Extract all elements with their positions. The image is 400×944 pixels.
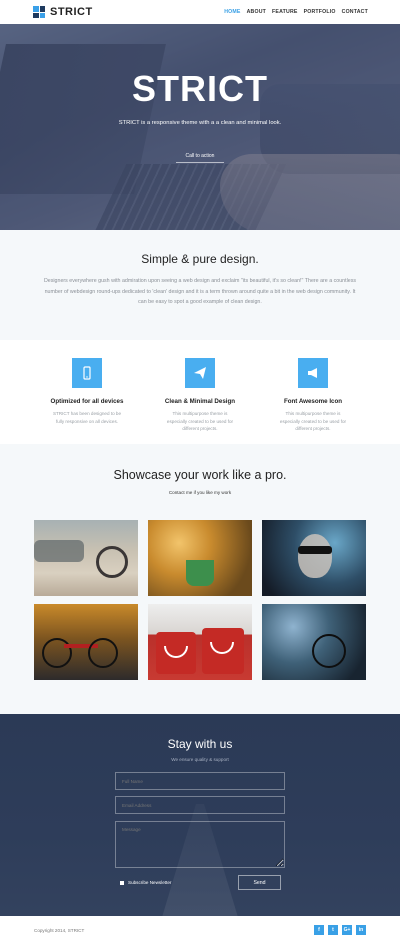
portfolio-image-night-bike[interactable]: [262, 604, 366, 680]
linkedin-icon[interactable]: in: [356, 925, 366, 935]
portfolio-image-street-bike[interactable]: [34, 520, 138, 596]
email-field[interactable]: [115, 796, 285, 814]
menu-item-portfolio[interactable]: PORTFOLIO: [304, 9, 336, 15]
mobile-icon: [72, 358, 102, 388]
logo-icon[interactable]: [33, 6, 45, 18]
call-to-action-button[interactable]: Call to action: [176, 149, 224, 163]
feature-text: This multipurpose theme is especially cr…: [166, 411, 234, 431]
social-links: f t G+ in: [314, 925, 366, 935]
twitter-icon[interactable]: t: [328, 925, 338, 935]
feature-title: Optimized for all devices: [50, 398, 124, 405]
contact-subtitle: We ensure quality & support: [171, 757, 229, 762]
contact-title: Stay with us: [167, 737, 233, 751]
feature-text: This multipurpose theme is especially cr…: [279, 411, 347, 431]
menu-item-contact[interactable]: CONTACT: [342, 9, 368, 15]
hero-overlay: [0, 24, 400, 230]
portfolio-title: Showcase your work like a pro.: [113, 468, 287, 482]
features-section: Optimized for all devices STRICT has bee…: [0, 340, 400, 444]
hero-section: STRICT STRICT is a responsive theme with…: [0, 24, 400, 230]
portfolio-image-green-cup[interactable]: [148, 520, 252, 596]
feature-title: Clean & Minimal Design: [164, 398, 236, 405]
send-button[interactable]: Send: [238, 875, 281, 890]
feature-item-devices: Optimized for all devices STRICT has bee…: [37, 358, 137, 425]
portfolio-gallery: [34, 520, 366, 680]
portfolio-image-woman-glasses[interactable]: [262, 520, 366, 596]
intro-section: Simple & pure design. Designers everywhe…: [0, 230, 400, 340]
footer: Copyright 2014, STRICT f t G+ in: [0, 916, 400, 944]
google-plus-icon[interactable]: G+: [342, 925, 352, 935]
menu-item-feature[interactable]: FEATURE: [272, 9, 298, 15]
top-navbar: STRICT HOME ABOUT FEATURE PORTFOLIO CONT…: [0, 0, 400, 24]
newsletter-checkbox[interactable]: Subscribe Newsletter: [120, 880, 171, 885]
paper-plane-icon: [185, 358, 215, 388]
hero-subtitle: STRICT is a responsive theme with a a cl…: [118, 120, 282, 126]
portfolio-subtitle: Contact me if you like my work: [168, 490, 232, 495]
intro-title: Simple & pure design.: [141, 252, 259, 266]
feature-text: STRICT has been designed to be fully res…: [52, 411, 122, 424]
portfolio-image-red-mugs[interactable]: [148, 604, 252, 680]
feature-item-design: Clean & Minimal Design This multipurpose…: [150, 358, 250, 433]
portfolio-section: Showcase your work like a pro. Contact m…: [0, 444, 400, 714]
copyright-text: Copyright 2014, STRICT: [34, 927, 85, 933]
checkbox-icon[interactable]: [120, 880, 124, 885]
portfolio-image-red-bike[interactable]: [34, 604, 138, 680]
main-menu: HOME ABOUT FEATURE PORTFOLIO CONTACT: [224, 9, 368, 15]
megaphone-icon: [298, 358, 328, 388]
menu-item-about[interactable]: ABOUT: [247, 9, 266, 15]
feature-item-icons: Font Awesome Icon This multipurpose them…: [263, 358, 363, 433]
feature-title: Font Awesome Icon: [283, 398, 343, 405]
contact-section: Stay with us We ensure quality & support…: [0, 714, 400, 916]
full-name-field[interactable]: [115, 772, 285, 790]
facebook-icon[interactable]: f: [314, 925, 324, 935]
newsletter-label: Subscribe Newsletter: [128, 880, 172, 885]
menu-item-home[interactable]: HOME: [224, 9, 240, 15]
message-field[interactable]: [115, 821, 285, 868]
intro-paragraph: Designers everywhere gush with admiratio…: [43, 278, 357, 305]
hero-title: STRICT: [132, 68, 268, 109]
brand-name[interactable]: STRICT: [50, 6, 93, 18]
